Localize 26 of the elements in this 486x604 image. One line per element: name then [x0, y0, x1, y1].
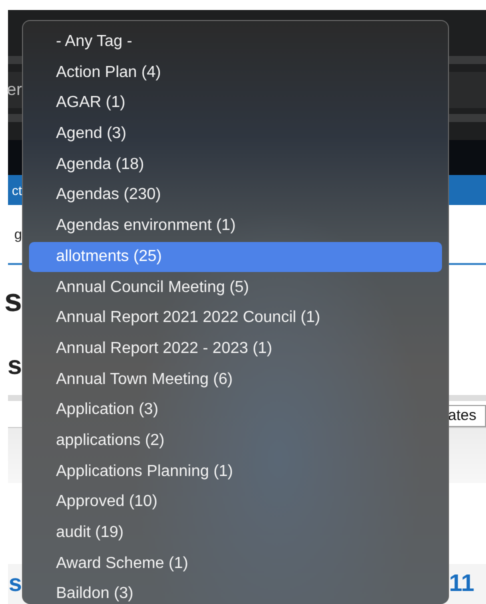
menu-item[interactable]: applications (2)	[29, 426, 442, 456]
link-text[interactable]: s	[8, 570, 22, 598]
menu-item[interactable]: Annual Report 2021 2022 Council (1)	[29, 303, 442, 333]
menu-item[interactable]: Annual Report 2022 - 2023 (1)	[29, 334, 442, 364]
menu-item[interactable]: Agend (3)	[29, 119, 442, 149]
section-heading: s	[8, 350, 22, 380]
menu-item[interactable]: Agenda (18)	[29, 150, 442, 180]
menu-item[interactable]: Application (3)	[29, 395, 442, 425]
menu-item[interactable]: Approved (10)	[29, 487, 442, 517]
menu-item[interactable]: Action Plan (4)	[29, 58, 442, 88]
nav-link[interactable]: ct	[12, 182, 22, 198]
menu-item[interactable]: Applications Planning (1)	[29, 456, 442, 486]
menu-item[interactable]: Award Scheme (1)	[29, 548, 442, 578]
menu-item[interactable]: Agendas environment (1)	[29, 211, 442, 241]
menu-item[interactable]: allotments (25)	[29, 242, 442, 272]
menu-item[interactable]: Agendas (230)	[29, 180, 442, 210]
page-text: g	[14, 226, 22, 242]
menu-item[interactable]: audit (19)	[29, 518, 442, 548]
text-field[interactable]: ates	[448, 405, 486, 427]
menu-item[interactable]: AGAR (1)	[29, 88, 442, 118]
menu-item[interactable]: Annual Council Meeting (5)	[29, 272, 442, 302]
link-text[interactable]: 11	[449, 570, 474, 597]
menu-item[interactable]: Annual Town Meeting (6)	[29, 364, 442, 394]
menu-item[interactable]: Baildon (3)	[29, 579, 442, 604]
menu-item[interactable]: - Any Tag -	[29, 27, 442, 57]
page-heading: s	[4, 282, 22, 318]
